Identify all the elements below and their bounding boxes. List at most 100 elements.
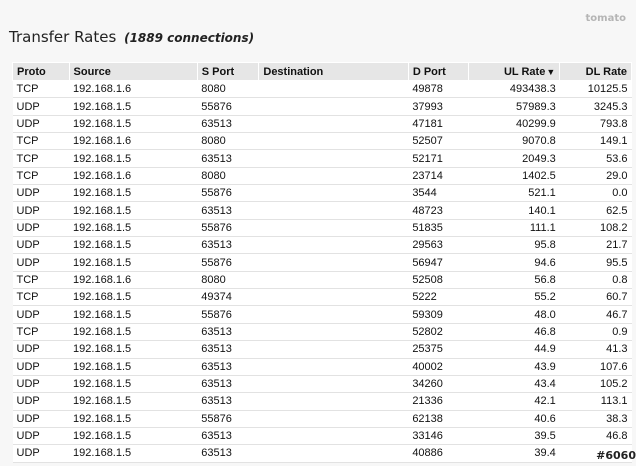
table-row: UDP 192.168.1.5 63513 47181 40299.9 793.8 [12,115,632,134]
cell-proto: TCP [12,323,70,342]
cell-dl-rate: 41.3 [559,340,632,359]
cell-proto: UDP [12,375,70,394]
cell-sport: 63513 [197,323,259,342]
cell-ul-rate: 521.1 [468,184,560,203]
cell-ul-rate: 140.1 [468,201,560,220]
table-row: TCP 192.168.1.5 63513 52171 2049.3 53.6 [12,149,632,168]
table-header-row: Proto Source S Port Destination D Port U… [12,62,632,81]
cell-destination [258,410,409,428]
cell-dport: 59309 [408,305,469,324]
table-row: TCP 192.168.1.6 8080 52507 9070.8 149.1 [12,132,632,151]
cell-sport: 55876 [197,410,259,428]
cell-dport: 52507 [408,132,469,151]
cell-destination [258,392,409,411]
cell-source: 192.168.1.5 [69,288,198,307]
cell-proto: UDP [12,358,70,376]
cell-dl-rate: 113.1 [559,392,632,411]
table-row: TCP 192.168.1.6 8080 52508 56.8 0.8 [12,271,632,290]
table-row: UDP 192.168.1.5 55876 62138 40.6 38.3 [12,410,632,428]
cell-ul-rate: 43.4 [468,375,560,394]
cell-dport: 21336 [408,392,469,411]
cell-dl-rate: 38.3 [559,410,632,428]
cell-proto: TCP [12,149,70,168]
cell-sport: 63513 [197,392,259,411]
cell-proto: TCP [12,132,70,151]
cell-proto: TCP [12,80,70,99]
cell-proto: TCP [12,271,70,290]
cell-destination [258,201,409,220]
column-header-proto[interactable]: Proto [12,62,70,81]
cell-proto: UDP [12,184,70,203]
cell-sport: 63513 [197,375,259,394]
table-row: UDP 192.168.1.5 63513 25375 44.9 41.3 [12,340,632,359]
cell-destination [258,219,409,238]
cell-sport: 63513 [197,115,259,134]
table-row: UDP 192.168.1.5 63513 40886 39.4 [12,444,632,463]
column-header-dport[interactable]: D Port [407,62,470,81]
cell-source: 192.168.1.5 [69,184,198,203]
column-header-ul-rate[interactable]: UL Rate▼ [468,62,561,81]
table-row: UDP 192.168.1.5 55876 51835 111.1 108.2 [12,219,632,238]
cell-source: 192.168.1.5 [69,427,198,446]
cell-dl-rate: 793.8 [559,115,632,134]
cell-proto: UDP [12,219,70,238]
cell-destination [258,375,409,394]
cell-dl-rate: 0.8 [559,271,632,290]
cell-ul-rate: 39.4 [468,444,560,463]
table-row: UDP 192.168.1.5 63513 29563 95.8 21.7 [12,236,632,255]
cell-ul-rate: 40.6 [468,410,560,428]
cell-dl-rate: 53.6 [559,149,632,168]
cell-sport: 63513 [197,427,259,446]
cell-proto: UDP [12,253,70,272]
cell-dl-rate: 0.0 [559,184,632,203]
cell-destination [258,288,409,307]
cell-destination [258,149,409,168]
cell-dport: 48723 [408,201,469,220]
table-row: TCP 192.168.1.5 63513 52802 46.8 0.9 [12,323,632,342]
cell-ul-rate: 46.8 [468,323,560,342]
cell-destination [258,184,409,203]
cell-dl-rate: 21.7 [559,236,632,255]
cell-source: 192.168.1.5 [69,201,198,220]
cell-dl-rate: 46.8 [559,427,632,446]
cell-destination [258,305,409,324]
cell-sport: 63513 [197,358,259,376]
cell-dport: 40002 [408,358,469,376]
cell-proto: UDP [12,305,70,324]
cell-dl-rate: 149.1 [559,132,632,151]
cell-ul-rate: 56.8 [468,271,560,290]
cell-source: 192.168.1.5 [69,410,198,428]
cell-ul-rate: 55.2 [468,288,560,307]
cell-sport: 49374 [197,288,259,307]
cell-source: 192.168.1.5 [69,97,198,116]
cell-source: 192.168.1.6 [69,80,198,99]
cell-source: 192.168.1.5 [69,236,198,255]
cell-source: 192.168.1.5 [69,149,198,168]
cell-dport: 49878 [408,80,469,99]
cell-ul-rate: 57989.3 [468,97,560,116]
cell-dl-rate: 60.7 [559,288,632,307]
cell-ul-rate: 95.8 [468,236,560,255]
cell-dl-rate: 62.5 [559,201,632,220]
cell-dl-rate: 29.0 [559,167,632,186]
cell-destination [258,80,409,99]
cell-destination [258,340,409,359]
cell-ul-rate: 1402.5 [468,167,560,186]
cell-source: 192.168.1.6 [69,132,198,151]
column-header-source[interactable]: Source [68,62,198,81]
cell-sport: 63513 [197,201,259,220]
cell-sport: 63513 [197,340,259,359]
cell-ul-rate: 2049.3 [468,149,560,168]
cell-dl-rate: 105.2 [559,375,632,394]
column-header-sport[interactable]: S Port [196,62,260,81]
cell-sport: 55876 [197,219,259,238]
watermark-text: #6060 [596,449,636,462]
table-row: UDP 192.168.1.5 63513 48723 140.1 62.5 [12,201,632,220]
cell-ul-rate: 48.0 [468,305,560,324]
cell-source: 192.168.1.5 [69,323,198,342]
table-body: TCP 192.168.1.6 8080 49878 493438.3 10125.5 UD… [12,80,632,463]
cell-ul-rate: 111.1 [468,219,560,238]
column-header-destination[interactable]: Destination [258,62,409,81]
column-header-dl-rate[interactable]: DL Rate [559,62,632,81]
cell-proto: UDP [12,201,70,220]
